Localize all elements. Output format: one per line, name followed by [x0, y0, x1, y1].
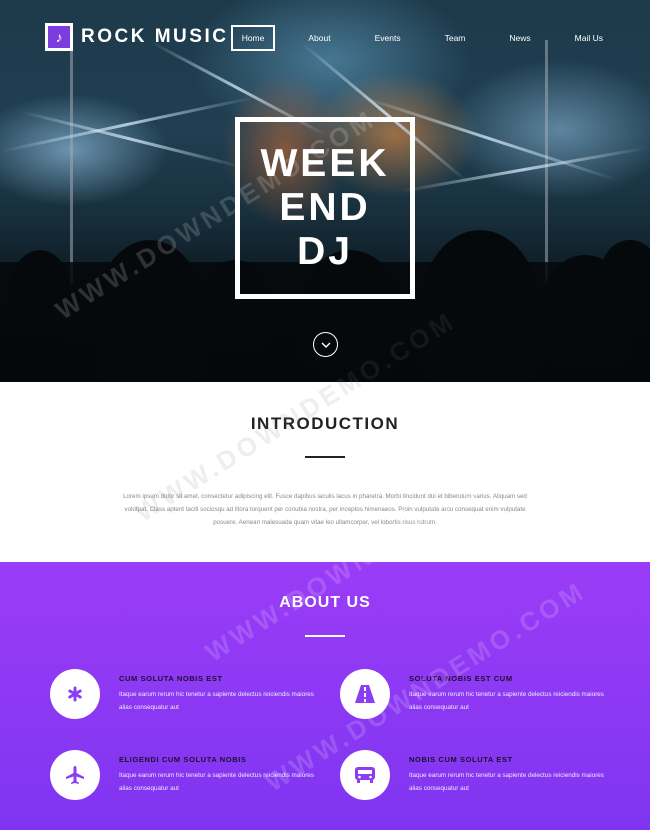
feature-item: NOBIS CUM SOLUTA EST Itaque earum rerum … — [340, 750, 630, 810]
feature-text: Itaque earum rerum hic tenetur a sapient… — [119, 772, 314, 792]
feature-text: Itaque earum rerum hic tenetur a sapient… — [409, 772, 604, 792]
title-underline — [305, 635, 345, 637]
feature-text: Itaque earum rerum hic tenetur a sapient… — [409, 691, 604, 711]
nav-home[interactable]: Home — [230, 25, 276, 51]
main-nav: Home About Events Team News Mail Us — [230, 25, 614, 51]
brand-name: ROCK MUSIC — [81, 26, 229, 47]
nav-news[interactable]: News — [498, 25, 541, 51]
crowd-head — [600, 240, 650, 310]
asterisk-icon — [50, 669, 100, 719]
hero-title-line: DJ — [297, 230, 353, 273]
hero-title-frame: WEEK END DJ — [235, 117, 415, 299]
feature-title: ELIGENDI CUM SOLUTA NOBIS — [119, 755, 247, 764]
chevron-down-icon — [321, 342, 330, 348]
hero-title-line: END — [279, 186, 371, 229]
feature-title: NOBIS CUM SOLUTA EST — [409, 755, 513, 764]
feature-title: SOLUTA NOBIS EST CUM — [409, 674, 513, 683]
about-section: ABOUT US CUM SOLUTA NOBIS EST Itaque ear… — [0, 445, 650, 830]
road-icon — [340, 669, 390, 719]
brand-logo[interactable]: ♪ ROCK MUSIC — [45, 23, 228, 51]
hero-title-line: WEEK — [260, 142, 390, 185]
feature-item: CUM SOLUTA NOBIS EST Itaque earum rerum … — [50, 669, 340, 729]
introduction-section: INTRODUCTION Lorem ipsum dolor sit amet,… — [0, 305, 650, 562]
airplane-icon — [50, 750, 100, 800]
nav-mail-us[interactable]: Mail Us — [564, 25, 614, 51]
feature-item: SOLUTA NOBIS EST CUM Itaque earum rerum … — [340, 669, 630, 729]
bus-icon — [340, 750, 390, 800]
section-title: ABOUT US — [279, 594, 371, 611]
section-title: INTRODUCTION — [250, 414, 400, 433]
hero-banner: ♪ ROCK MUSIC Home About Events Team News… — [0, 0, 650, 382]
feature-item: ELIGENDI CUM SOLUTA NOBIS Itaque earum r… — [50, 750, 340, 810]
scroll-down-button[interactable] — [313, 332, 338, 357]
site-header: ♪ ROCK MUSIC Home About Events Team News… — [0, 0, 650, 72]
nav-events[interactable]: Events — [364, 25, 412, 51]
crowd-head — [420, 230, 540, 382]
feature-title: CUM SOLUTA NOBIS EST — [119, 674, 223, 683]
light-beam — [0, 95, 255, 153]
intro-paragraph: Lorem ipsum dolor sit amet, consectetur … — [123, 493, 527, 526]
nav-team[interactable]: Team — [434, 25, 477, 51]
crowd-head — [60, 280, 110, 340]
crowd-head — [95, 240, 205, 382]
music-note-icon: ♪ — [45, 23, 73, 51]
feature-text: Itaque earum rerum hic tenetur a sapient… — [119, 691, 314, 711]
title-underline — [305, 456, 345, 458]
nav-about[interactable]: About — [297, 25, 341, 51]
